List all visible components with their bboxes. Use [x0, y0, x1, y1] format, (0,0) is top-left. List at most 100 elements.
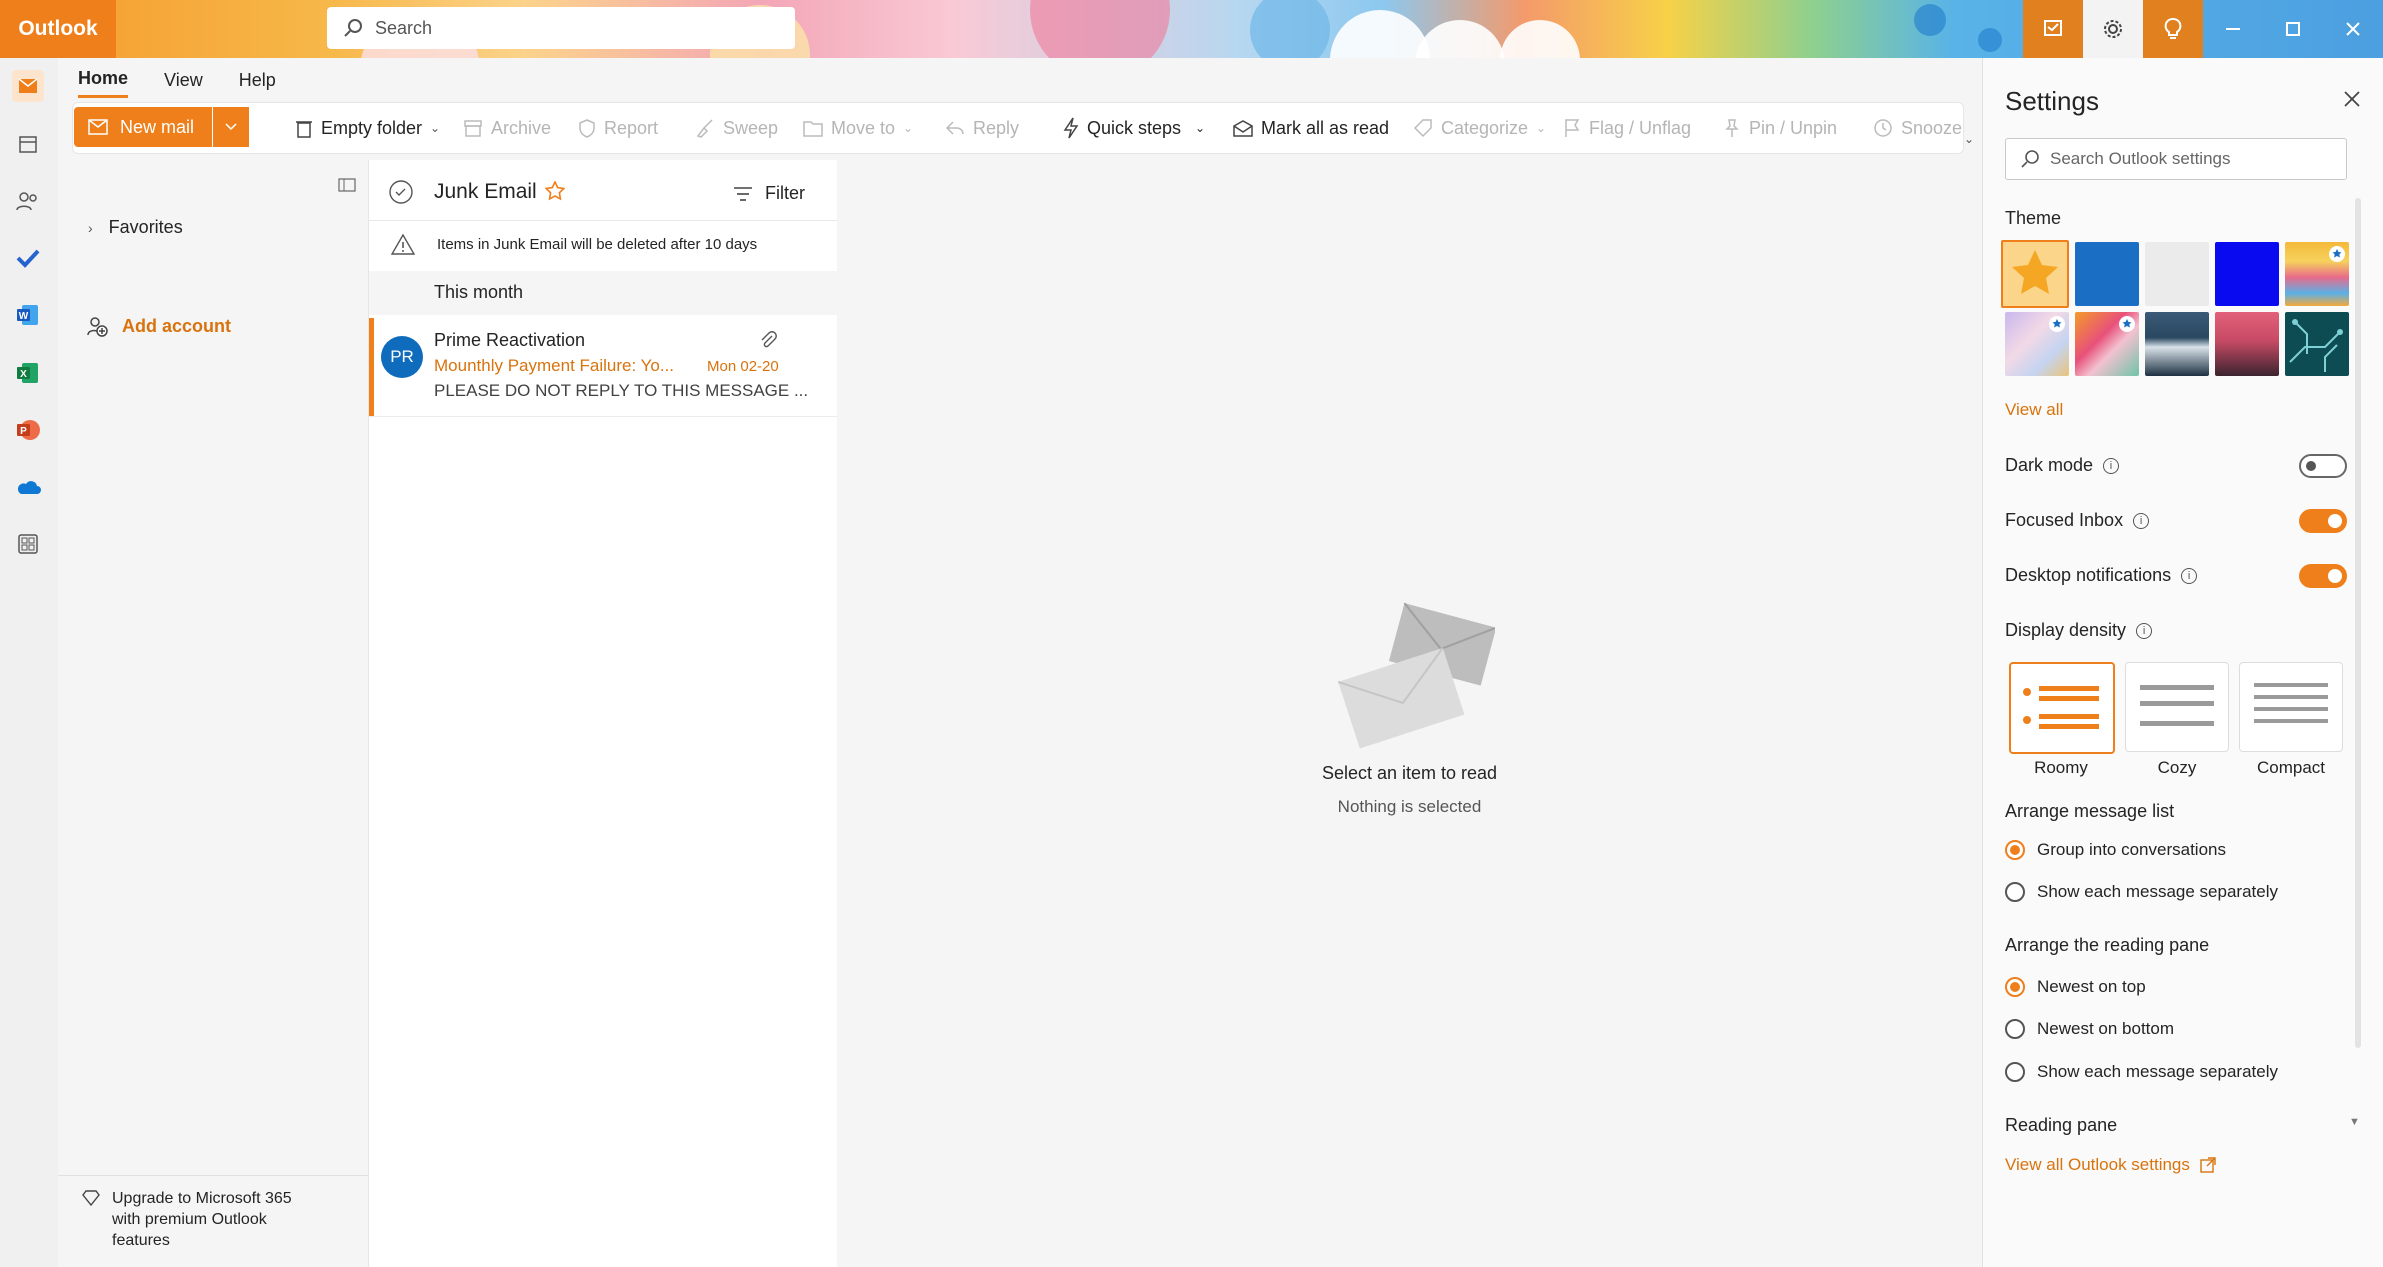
app-brand[interactable]: Outlook [0, 0, 116, 58]
svg-text:X: X [20, 369, 27, 380]
mail-icon[interactable] [12, 70, 44, 102]
favorite-star-icon[interactable] [545, 181, 565, 201]
favorites-section[interactable]: › Favorites [88, 217, 183, 238]
close-window-icon[interactable] [2323, 0, 2383, 58]
filter-button[interactable]: Filter [733, 183, 805, 204]
theme-swatch-royal-blue[interactable] [2215, 242, 2279, 306]
density-option-roomy[interactable] [2009, 662, 2115, 754]
archive-button[interactable]: Archive [463, 103, 551, 153]
pin-label: Pin / Unpin [1749, 117, 1838, 138]
scroll-down-icon[interactable]: ▼ [2349, 1116, 2360, 1128]
chevron-down-icon[interactable]: ⌄ [1195, 121, 1205, 135]
settings-search-input[interactable]: Search Outlook settings [2050, 149, 2230, 169]
select-all-circle-icon[interactable] [389, 180, 413, 204]
density-option-cozy[interactable] [2125, 662, 2229, 752]
move-to-button[interactable]: Move to ⌄ [803, 103, 913, 153]
onedrive-icon[interactable] [12, 471, 44, 503]
info-icon[interactable]: i [2103, 458, 2120, 475]
theme-swatch-circuit[interactable] [2285, 312, 2349, 376]
desktop-notifications-row: Desktop notifications i [2005, 565, 2198, 586]
broom-icon [696, 119, 713, 138]
radio-newest-top[interactable] [2005, 977, 2025, 997]
people-icon[interactable] [12, 185, 44, 217]
search-input[interactable]: Search [375, 18, 432, 39]
categorize-button[interactable]: Categorize ⌄ [1413, 103, 1546, 153]
info-icon[interactable]: i [2136, 623, 2153, 640]
mark-all-read-button[interactable]: Mark all as read [1233, 103, 1389, 153]
option-newest-bottom[interactable]: Newest on bottom [2037, 1019, 2174, 1039]
word-icon[interactable]: W [12, 299, 44, 331]
view-all-settings-link[interactable]: View all Outlook settings [2005, 1155, 2216, 1175]
tag-icon [1413, 119, 1432, 138]
sweep-button[interactable]: Sweep [695, 103, 778, 153]
radio-newest-bottom[interactable] [2005, 1019, 2025, 1039]
pin-icon [1725, 119, 1739, 137]
radio-pane-separately[interactable] [2005, 1062, 2025, 1082]
categorize-label: Categorize [1441, 117, 1529, 138]
theme-swatch-sunrise[interactable] [2001, 240, 2069, 308]
todo-icon[interactable] [12, 242, 44, 274]
tips-lightbulb-icon[interactable] [2143, 0, 2203, 58]
desktop-notifications-toggle[interactable] [2299, 564, 2347, 588]
density-option-compact[interactable] [2239, 662, 2343, 752]
report-button[interactable]: Report [578, 103, 658, 153]
tab-view[interactable]: View [164, 64, 203, 97]
dark-mode-row: Dark mode i [2005, 455, 2120, 476]
search-icon [344, 19, 362, 37]
settings-gear-icon[interactable] [2083, 0, 2143, 58]
density-label-compact: Compact [2256, 758, 2326, 777]
radio-show-separately[interactable] [2005, 882, 2025, 902]
premium-star-icon [2049, 316, 2065, 332]
add-account-link[interactable]: Add account [86, 315, 231, 337]
collapse-pane-icon[interactable] [338, 178, 356, 192]
theme-swatch-ocean[interactable] [2145, 312, 2209, 376]
svg-text:W: W [19, 311, 29, 322]
more-apps-icon[interactable] [12, 528, 44, 560]
info-icon[interactable]: i [2133, 513, 2150, 530]
pin-button[interactable]: Pin / Unpin [1723, 103, 1837, 153]
settings-scrollbar[interactable] [2355, 198, 2361, 1048]
quick-steps-button[interactable]: Quick steps ⌄ [1063, 103, 1205, 153]
snooze-button[interactable]: Snooze [1873, 103, 1962, 153]
dark-mode-toggle[interactable] [2299, 454, 2347, 478]
favorites-label: Favorites [108, 217, 183, 237]
option-show-separately[interactable]: Show each message separately [2037, 882, 2278, 902]
settings-search-box[interactable]: Search Outlook settings [2005, 138, 2347, 180]
upgrade-promo[interactable]: Upgrade to Microsoft 365 with premium Ou… [112, 1188, 292, 1251]
list-divider [369, 220, 837, 221]
tab-home[interactable]: Home [78, 62, 129, 98]
quick-steps-label: Quick steps [1087, 117, 1182, 138]
empty-folder-button[interactable]: Empty folder ⌄ [295, 103, 440, 153]
theme-swatch-light[interactable] [2145, 242, 2209, 306]
theme-swatch-pastel[interactable] [2005, 312, 2069, 376]
empty-state-title: Select an item to read [1321, 763, 1498, 783]
reply-button[interactable]: Reply [945, 103, 1019, 153]
maximize-icon[interactable] [2263, 0, 2323, 58]
tab-help[interactable]: Help [239, 64, 276, 97]
chevron-down-icon: ⌄ [1536, 121, 1547, 135]
folder-pane: › Favorites Add account Upgrade to Micro… [58, 160, 368, 1267]
excel-icon[interactable]: X [12, 357, 44, 389]
close-icon[interactable] [2343, 90, 2361, 108]
flag-button[interactable]: Flag / Unflag [1563, 103, 1691, 153]
theme-swatch-unicorn[interactable] [2075, 312, 2139, 376]
group-header: This month [369, 271, 837, 315]
whats-new-icon[interactable] [2023, 0, 2083, 58]
view-all-themes-link[interactable]: View all [2005, 400, 2063, 420]
focused-inbox-toggle[interactable] [2299, 509, 2347, 533]
calendar-icon[interactable] [12, 128, 44, 160]
radio-group-conversations[interactable] [2005, 840, 2025, 860]
info-icon[interactable]: i [2181, 568, 2198, 585]
minimize-icon[interactable] [2203, 0, 2263, 58]
search-box[interactable]: Search [327, 7, 795, 49]
theme-swatch-rainbow[interactable] [2285, 242, 2349, 306]
option-newest-top[interactable]: Newest on top [2037, 977, 2146, 997]
powerpoint-icon[interactable]: P [12, 414, 44, 446]
theme-swatch-palms[interactable] [2215, 312, 2279, 376]
ribbon-expand-icon[interactable]: ⌄ [1964, 132, 1974, 146]
theme-swatch-blue[interactable] [2075, 242, 2139, 306]
option-pane-separately[interactable]: Show each message separately [2037, 1062, 2278, 1082]
list-item[interactable]: PR Prime Reactivation Mounthly Payment F… [369, 318, 837, 417]
option-group-conversations[interactable]: Group into conversations [2037, 840, 2226, 860]
new-mail-dropdown[interactable] [212, 107, 249, 147]
